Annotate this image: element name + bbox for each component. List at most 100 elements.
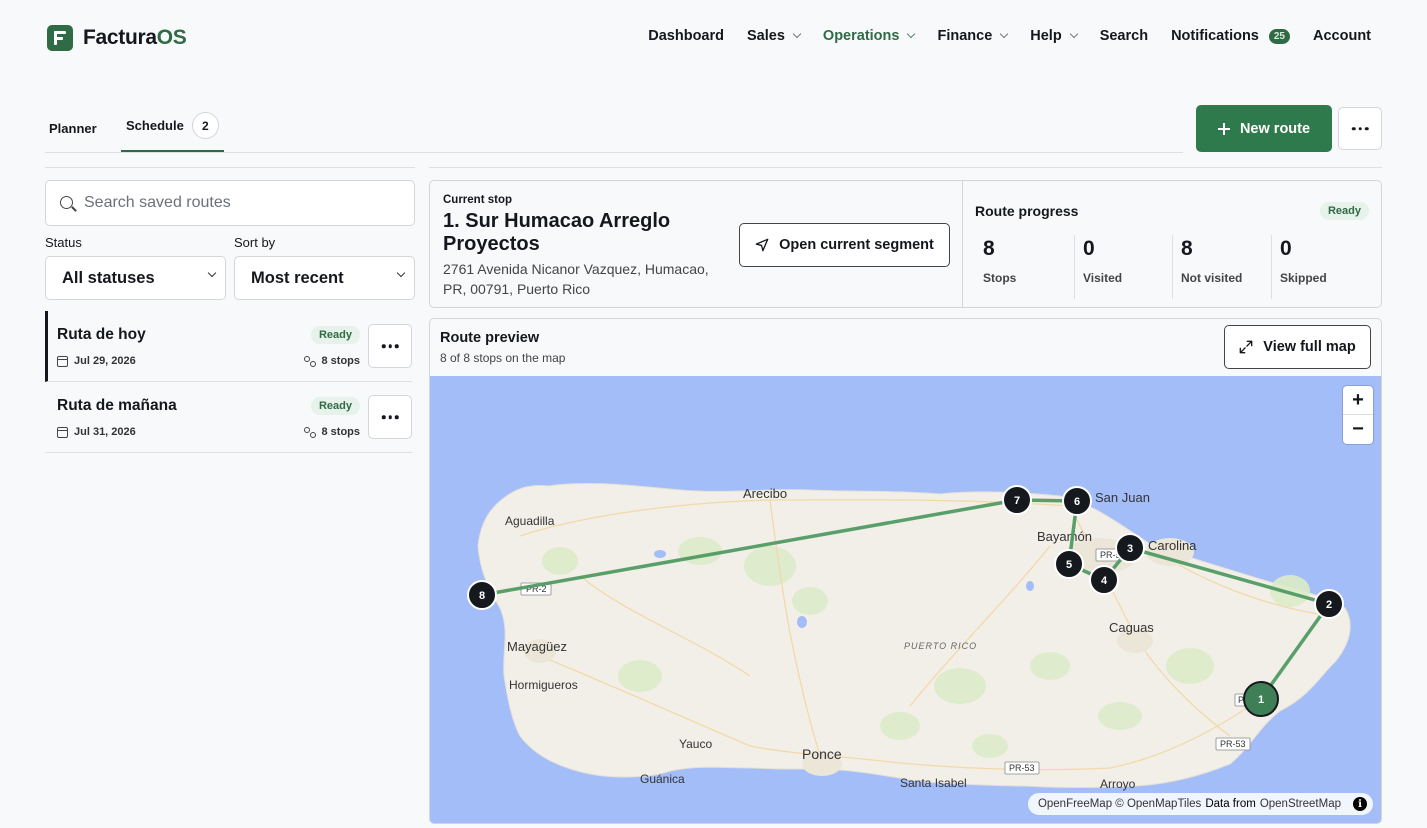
route-progress-card: Route progress Ready 8 Stops 0 Visited 8… (962, 180, 1382, 308)
search-icon (60, 196, 73, 209)
more-options-button[interactable] (1338, 107, 1382, 150)
route-date: Jul 31, 2026 (57, 426, 136, 438)
nav-sales[interactable]: Sales (747, 28, 802, 44)
attribution-text: Data from (1205, 798, 1256, 810)
place-ponce: Ponce (802, 746, 842, 762)
stop-marker-6: 6 (1062, 486, 1092, 516)
status-select[interactable]: All statuses (45, 256, 226, 300)
place-carolina: Carolina (1148, 538, 1197, 553)
stat-skipped: 0 Skipped (1271, 235, 1369, 299)
place-santa-isabel: Santa Isabel (900, 776, 967, 790)
navigation-arrow-icon (755, 238, 769, 252)
route-list-item[interactable]: Ruta de hoy Ready Jul 29, 2026 8 stops (45, 311, 412, 382)
calendar-icon (57, 426, 68, 438)
tab-planner[interactable]: Planner (49, 107, 97, 150)
place-aguadilla: Aguadilla (505, 514, 555, 528)
sort-select[interactable]: Most recent (234, 256, 415, 300)
svg-text:2: 2 (1326, 599, 1332, 611)
route-stops: 8 stops (304, 426, 360, 438)
place-hormigueros: Hormigueros (509, 678, 578, 692)
zoom-controls: + − (1343, 386, 1373, 444)
chevron-down-icon (1000, 29, 1009, 39)
route-map[interactable]: Arecibo Aguadilla San Juan Bayamón Carol… (430, 376, 1381, 823)
zoom-out-button[interactable]: − (1343, 415, 1373, 444)
nav-help[interactable]: Help (1030, 28, 1078, 44)
chevron-down-icon (396, 268, 406, 278)
route-preview-panel: Route preview 8 of 8 stops on the map Vi… (429, 318, 1382, 824)
route-date: Jul 29, 2026 (57, 355, 136, 367)
more-icon (381, 344, 399, 348)
nav-notifications[interactable]: Notifications 25 (1171, 28, 1290, 44)
top-header: FacturaOS Dashboard Sales Operations Fin… (0, 0, 1427, 76)
info-icon[interactable]: i (1353, 797, 1367, 811)
search-box (45, 180, 415, 226)
svg-text:6: 6 (1074, 496, 1080, 508)
schedule-count-badge: 2 (191, 112, 219, 139)
stop-marker-7: 7 (1002, 485, 1032, 515)
svg-text:8: 8 (479, 590, 485, 602)
nav-account[interactable]: Account (1313, 28, 1371, 44)
place-caguas: Caguas (1109, 620, 1154, 635)
expand-icon (1239, 340, 1253, 354)
nav-finance[interactable]: Finance (937, 28, 1009, 44)
shield-pr53: PR-53 (1220, 739, 1246, 749)
new-route-button[interactable]: New route (1196, 105, 1332, 152)
view-full-map-button[interactable]: View full map (1224, 325, 1371, 369)
route-preview-title: Route preview (440, 330, 540, 346)
app-logo[interactable]: FacturaOS (47, 25, 187, 51)
divider (45, 167, 415, 168)
stop-marker-2: 2 (1314, 589, 1344, 619)
svg-text:3: 3 (1127, 543, 1133, 555)
chevron-down-icon (792, 29, 802, 39)
place-san-juan: San Juan (1095, 490, 1150, 505)
place-guanica: Guánica (640, 772, 685, 786)
stat-stops: 8 Stops (983, 237, 1017, 285)
place-puerto-rico: PUERTO RICO (904, 641, 977, 651)
nav-dashboard[interactable]: Dashboard (648, 28, 724, 44)
logo-icon (47, 25, 73, 51)
notifications-count-badge: 25 (1268, 28, 1290, 44)
more-icon (381, 415, 399, 419)
svg-text:7: 7 (1014, 495, 1020, 507)
stop-marker-1: 1 (1243, 681, 1279, 717)
svg-text:5: 5 (1066, 559, 1072, 571)
map-attribution: OpenFreeMap © OpenMapTiles Data from Ope… (1027, 793, 1373, 815)
openfreemap-link[interactable]: OpenFreeMap © OpenMapTiles (1038, 798, 1201, 810)
chevron-down-icon (1069, 29, 1078, 39)
logo-text: FacturaOS (83, 26, 187, 49)
place-bayamon: Bayamón (1037, 529, 1092, 544)
tab-schedule[interactable]: Schedule 2 (121, 110, 224, 152)
nav-operations[interactable]: Operations (823, 28, 916, 44)
route-list-item[interactable]: Ruta de mañana Ready Jul 31, 2026 8 stop… (45, 382, 412, 453)
map-canvas: Arecibo Aguadilla San Juan Bayamón Carol… (467, 482, 1351, 791)
openstreetmap-link[interactable]: OpenStreetMap (1260, 798, 1341, 810)
route-more-button[interactable] (368, 324, 412, 368)
stat-visited: 0 Visited (1074, 235, 1172, 299)
route-stops: 8 stops (304, 355, 360, 367)
more-icon (1351, 126, 1369, 131)
stop-marker-4: 4 (1089, 565, 1119, 595)
route-icon (304, 355, 317, 367)
main-nav: Dashboard Sales Operations Finance Help … (648, 28, 1371, 44)
search-input[interactable] (84, 181, 404, 225)
current-stop-card: Current stop 1. Sur Humacao Arreglo Proy… (429, 180, 963, 308)
place-mayaguez: Mayagüez (507, 639, 567, 654)
route-more-button[interactable] (368, 395, 412, 439)
status-badge: Ready (310, 326, 360, 344)
calendar-icon (57, 355, 68, 367)
stop-marker-5: 5 (1054, 549, 1084, 579)
sort-label: Sort by (234, 235, 276, 250)
status-badge: Ready (310, 397, 360, 415)
route-name: Ruta de hoy (57, 326, 146, 343)
plus-icon (1217, 122, 1230, 135)
place-arroyo: Arroyo (1100, 777, 1136, 791)
stop-marker-8: 8 (467, 580, 497, 610)
open-current-segment-button[interactable]: Open current segment (739, 223, 950, 267)
route-name: Ruta de mañana (57, 397, 177, 414)
shield-pr53: PR-53 (1009, 763, 1035, 773)
zoom-in-button[interactable]: + (1343, 386, 1373, 415)
place-yauco: Yauco (679, 737, 712, 751)
nav-search[interactable]: Search (1100, 28, 1148, 44)
current-stop-title: 1. Sur Humacao Arreglo Proyectos (443, 210, 671, 255)
status-label: Status (45, 235, 82, 250)
